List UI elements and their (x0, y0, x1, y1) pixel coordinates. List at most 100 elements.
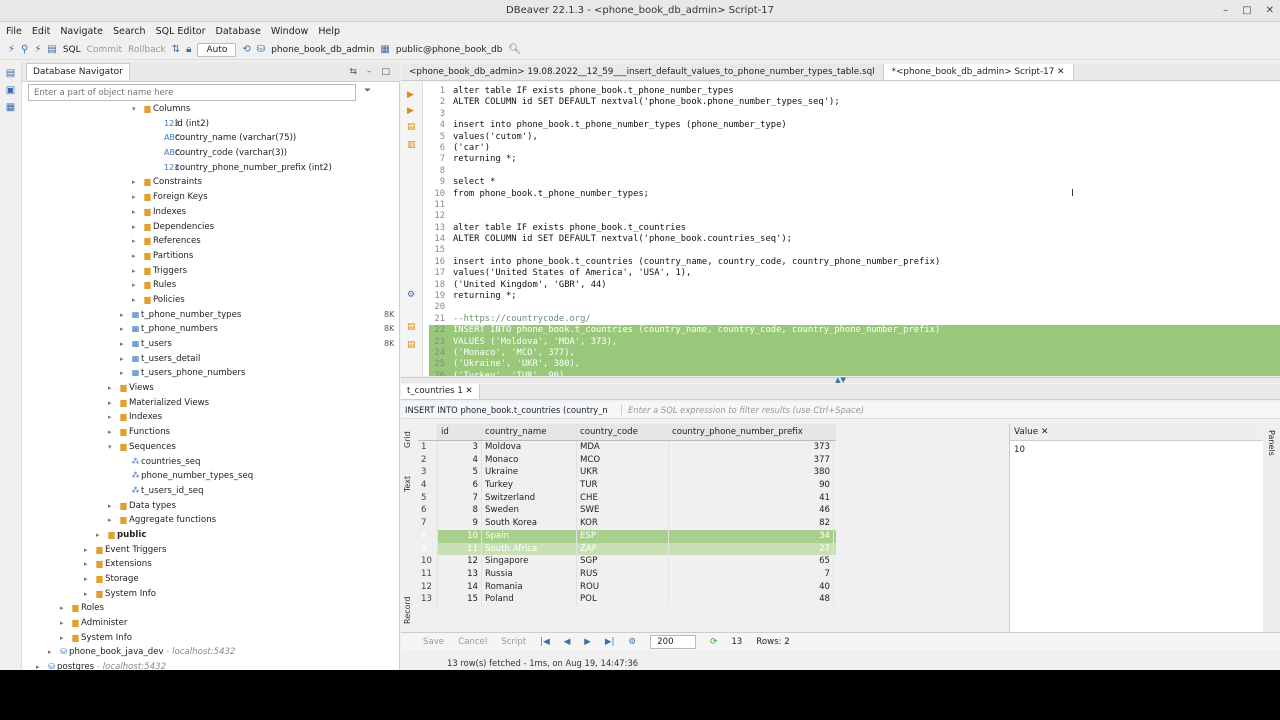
minimize-panel-icon[interactable]: – (367, 67, 372, 77)
expand-arrow-icon[interactable]: ▸ (120, 322, 130, 337)
country-code-cell[interactable]: SWE (577, 504, 669, 518)
fetch-size-input[interactable]: 200 (650, 634, 697, 649)
tree-node[interactable]: ▸ ▆ Rules (22, 278, 400, 293)
expand-arrow-icon[interactable]: ▸ (132, 234, 142, 249)
code-line[interactable]: 10 from phone_book.t_phone_number_types; (429, 189, 1280, 200)
tree-node[interactable]: ⁂ t_users_id_seq (22, 484, 400, 499)
country-name-cell[interactable]: Poland (482, 593, 577, 606)
tree-node[interactable]: ▸ ▆ Views (22, 381, 400, 396)
code-line[interactable]: 1 alter table IF exists phone_book.t_phon… (429, 86, 1280, 97)
tree-node[interactable]: ABCcountry_name (varchar(75)) (22, 131, 400, 146)
tree-node[interactable]: ▾ ▆ Columns (22, 102, 400, 117)
column-header-id[interactable]: id (438, 424, 482, 440)
search-icon[interactable]: 🔍︎ (508, 44, 521, 55)
expand-arrow-icon[interactable]: ▸ (132, 175, 142, 190)
menu-search[interactable]: Search (113, 26, 146, 37)
prefix-cell[interactable]: 377 (669, 453, 834, 467)
expand-arrow-icon[interactable]: ▸ (108, 381, 118, 396)
code-line[interactable]: 21 --https://countrycode.org/ (429, 314, 1280, 325)
code-line[interactable]: 22 INSERT INTO phone_book.t_countries (co… (429, 325, 1280, 337)
country-code-cell[interactable]: POL (577, 593, 669, 606)
tree-node[interactable]: ⁂ countries_seq (22, 455, 400, 470)
country-code-cell[interactable]: KOR (577, 517, 669, 530)
cancel-button[interactable]: Cancel (458, 637, 487, 647)
expand-arrow-icon[interactable]: ▸ (84, 587, 94, 602)
prefix-cell[interactable]: 48 (669, 593, 834, 606)
load-icon[interactable]: ▥ (407, 140, 416, 150)
tree-node[interactable]: ▾ ▆ Sequences (22, 440, 400, 455)
code-line[interactable]: 16 insert into phone_book.t_countries (co… (429, 257, 1280, 268)
country-code-cell[interactable]: UKR (577, 466, 669, 480)
prefix-cell[interactable]: 40 (669, 580, 834, 594)
country-code-cell[interactable]: TUR (577, 479, 669, 492)
menu-help[interactable]: Help (318, 26, 340, 37)
tree-node[interactable]: 123country_phone_number_prefix (int2) (22, 161, 400, 176)
export-icon[interactable]: ▤ (407, 322, 416, 332)
expand-arrow-icon[interactable]: ▸ (132, 293, 142, 308)
minimize-icon[interactable]: – (1223, 0, 1228, 22)
country-code-cell[interactable]: ZAF (577, 542, 669, 556)
expand-arrow-icon[interactable]: ▸ (60, 601, 70, 616)
expand-arrow-icon[interactable]: ▸ (132, 249, 142, 264)
country-name-cell[interactable]: South Korea (482, 517, 577, 530)
menu-navigate[interactable]: Navigate (60, 26, 103, 37)
active-connection-select[interactable]: phone_book_db_admin (271, 45, 374, 55)
table-row[interactable]: 5 7 Switzerland CHE 41 (418, 491, 836, 505)
rollback-button[interactable]: Rollback (128, 45, 166, 55)
expand-arrow-icon[interactable]: ▸ (108, 499, 118, 514)
lock-icon[interactable]: 🔒︎ (186, 44, 191, 55)
fetch-settings-icon[interactable]: ⚙ (628, 637, 636, 647)
expand-arrow-icon[interactable]: ▸ (84, 572, 94, 587)
code-line[interactable]: 26 ('Turkey', 'TUR', 90), (429, 370, 1280, 376)
prefix-cell[interactable]: 373 (669, 441, 834, 454)
code-line[interactable]: 18 ('United Kingdom', 'GBR', 44) (429, 280, 1280, 291)
tree-node[interactable]: ⁂ phone_number_types_seq (22, 469, 400, 484)
explain-icon[interactable]: ▤ (407, 122, 416, 132)
menu-edit[interactable]: Edit (32, 26, 50, 37)
first-page-icon[interactable]: |◀ (540, 637, 550, 647)
expand-arrow-icon[interactable]: ▾ (132, 102, 142, 117)
code-line[interactable]: 15 (429, 245, 1280, 256)
settings-icon[interactable]: ⚙ (407, 290, 415, 300)
value-panel-content[interactable]: 10 (1010, 441, 1263, 459)
editor-tab[interactable]: <phone_book_db_admin> 19.08.2022__12_59_… (401, 64, 884, 80)
prefix-cell[interactable]: 46 (669, 504, 834, 518)
table-row[interactable]: 7 9 South Korea KOR 82 (418, 517, 836, 530)
country-name-cell[interactable]: Moldova (482, 441, 577, 454)
tree-node[interactable]: ▸ ▆ Dependencies (22, 220, 400, 235)
tree-node[interactable]: ▸ ▆ Partitions (22, 249, 400, 264)
prefix-cell[interactable]: 41 (669, 491, 834, 505)
prefix-cell[interactable]: 34 (669, 529, 834, 543)
panels-tab[interactable]: Panels (1267, 430, 1276, 456)
execute-script-icon[interactable]: ▶ (407, 106, 414, 116)
expand-arrow-icon[interactable]: ▸ (120, 352, 130, 367)
last-page-icon[interactable]: ▶| (605, 637, 615, 647)
id-cell[interactable]: 14 (438, 580, 482, 594)
country-name-cell[interactable]: Sweden (482, 504, 577, 518)
tree-node[interactable]: ▸ ▆ Storage (22, 572, 400, 587)
menu-sql-editor[interactable]: SQL Editor (156, 26, 206, 37)
sql-editor[interactable]: ▶ ▶ ▤ ▥ ⚙ ▤ ▤ 1 alter table IF exists pho… (401, 82, 1280, 376)
country-name-cell[interactable]: Singapore (482, 555, 577, 568)
country-name-cell[interactable]: Switzerland (482, 491, 577, 505)
tree-node[interactable]: ▸ ▆ Triggers (22, 264, 400, 279)
script-button[interactable]: Script (501, 637, 526, 647)
close-value-panel-icon[interactable]: ✕ (1041, 427, 1048, 437)
code-line[interactable]: 11 (429, 200, 1280, 211)
tree-node[interactable]: ▸ ⛁ phone_book_java_dev - localhost:5432 (22, 645, 400, 660)
tree-node[interactable]: ▸ ▆ Aggregate functions (22, 513, 400, 528)
tree-node[interactable]: ▸ ▆ Event Triggers (22, 543, 400, 558)
expand-arrow-icon[interactable]: ▸ (108, 425, 118, 440)
id-cell[interactable]: 6 (438, 479, 482, 492)
prefix-cell[interactable]: 65 (669, 555, 834, 568)
tree-node[interactable]: ▸ ▦ t_users 8K (22, 337, 400, 352)
tree-node[interactable]: 123id (int2) (22, 117, 400, 132)
expand-arrow-icon[interactable]: ▸ (36, 660, 46, 670)
country-name-cell[interactable]: Monaco (482, 453, 577, 467)
country-name-cell[interactable]: South Africa (482, 542, 577, 556)
expand-arrow-icon[interactable]: ▸ (132, 278, 142, 293)
tree-node[interactable]: ▸ ▆ Foreign Keys (22, 190, 400, 205)
save-button[interactable]: Save (423, 637, 444, 647)
expand-arrow-icon[interactable]: ▸ (84, 557, 94, 572)
expand-arrow-icon[interactable]: ▸ (132, 205, 142, 220)
